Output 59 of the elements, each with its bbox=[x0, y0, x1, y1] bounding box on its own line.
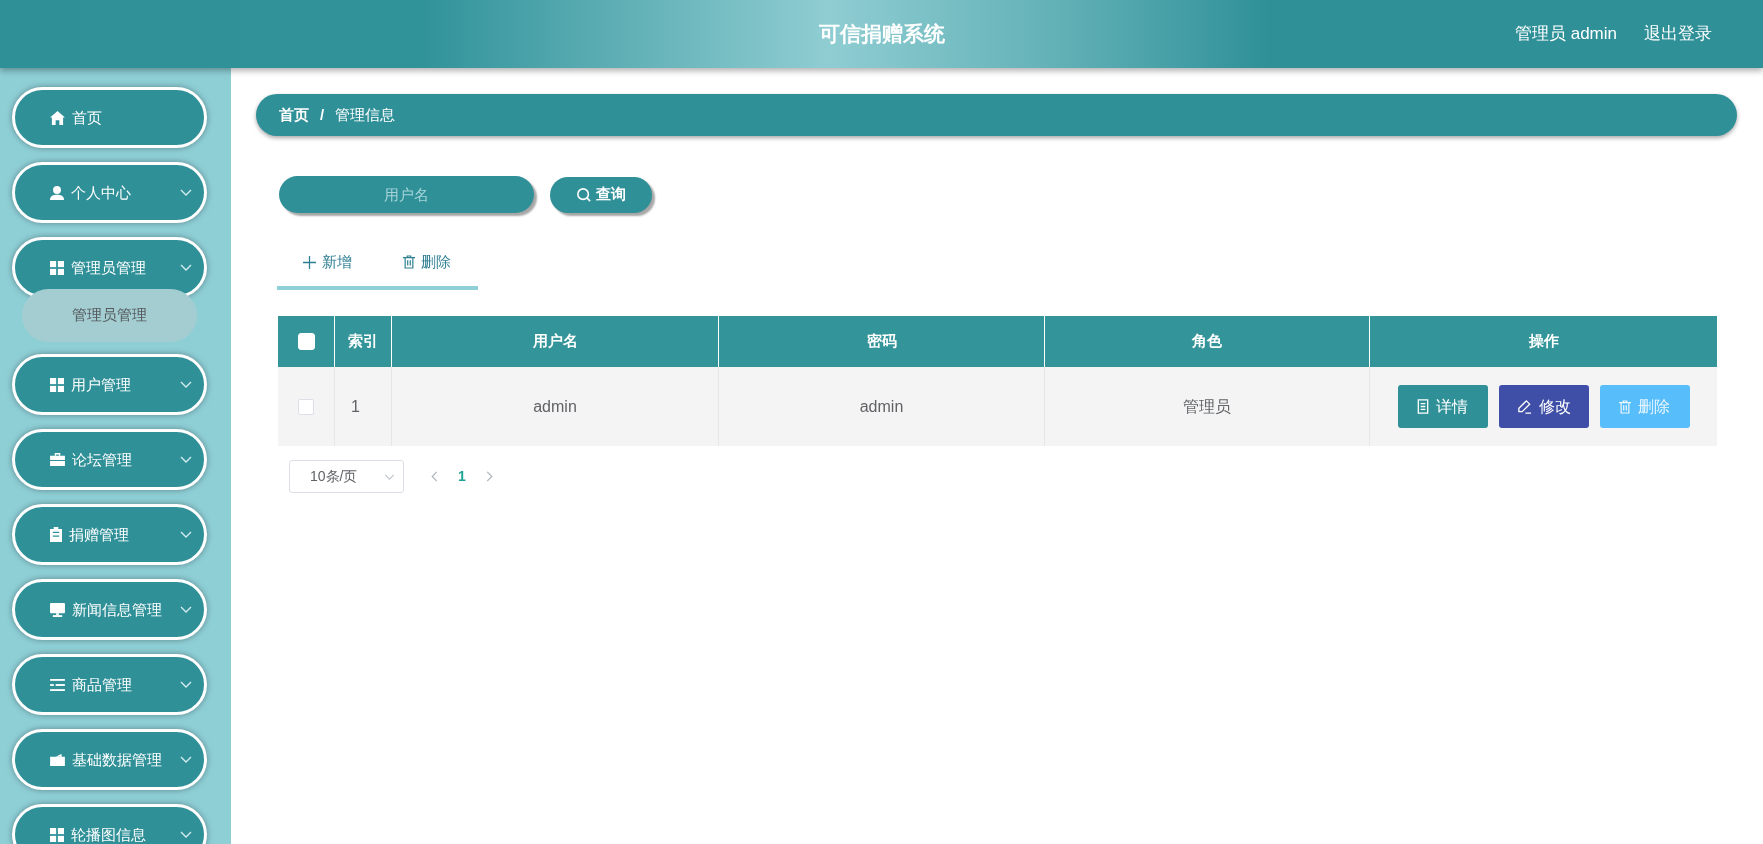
sidebar-item[interactable]: 商品管理 bbox=[12, 654, 207, 715]
app-title: 可信捐赠系统 bbox=[818, 21, 945, 48]
delete-button[interactable]: 删除 bbox=[1599, 385, 1690, 428]
chevron-right-icon[interactable] bbox=[485, 471, 493, 482]
add-button[interactable]: 新增 bbox=[277, 238, 377, 286]
breadcrumb-separator: / bbox=[320, 104, 325, 125]
grid-icon bbox=[50, 260, 64, 275]
sidebar-item[interactable]: 基础数据管理 bbox=[12, 729, 207, 790]
search-field[interactable]: 用户名 bbox=[279, 176, 534, 213]
sidebar-item[interactable]: 个人中心 bbox=[12, 162, 207, 223]
table-cell: 1 bbox=[335, 367, 392, 446]
grid-icon bbox=[50, 377, 64, 392]
sidebar-item[interactable]: 捐赠管理 bbox=[12, 504, 207, 565]
pencil-icon bbox=[1516, 399, 1532, 414]
table-cell: 管理员 bbox=[1045, 367, 1370, 446]
detail-button[interactable]: 详情 bbox=[1397, 385, 1488, 428]
user-icon bbox=[50, 185, 64, 200]
wallet-icon bbox=[50, 753, 65, 766]
logout-link[interactable]: 退出登录 bbox=[1644, 21, 1712, 47]
grid-icon bbox=[50, 827, 64, 842]
chevron-down-icon bbox=[180, 189, 192, 196]
chevron-down-icon bbox=[180, 456, 192, 463]
delete-button[interactable]: 删除 bbox=[377, 238, 477, 286]
chevron-down-icon bbox=[180, 606, 192, 613]
briefcase-icon bbox=[50, 453, 65, 466]
page-size-select[interactable]: 10条/页 bbox=[289, 460, 404, 493]
monitor-icon bbox=[50, 602, 65, 617]
document-icon bbox=[1417, 399, 1429, 414]
trash-icon bbox=[1619, 399, 1631, 414]
chevron-down-icon bbox=[180, 381, 192, 388]
table-header-cell-text: 操作 bbox=[1527, 331, 1560, 352]
search-button[interactable]: 查询 bbox=[550, 176, 652, 213]
sidebar-item[interactable]: 轮播图信息 bbox=[12, 804, 207, 844]
sidebar-item[interactable]: 用户管理 bbox=[12, 354, 207, 415]
submenu-item[interactable]: 管理员管理 bbox=[22, 289, 197, 342]
chevron-down-icon bbox=[180, 681, 192, 688]
chevron-down-icon bbox=[384, 473, 395, 480]
plus-icon bbox=[302, 255, 316, 269]
clipboard-icon bbox=[50, 527, 62, 542]
chevron-down-icon bbox=[180, 531, 192, 538]
list-icon bbox=[50, 678, 65, 691]
page-number[interactable]: 1 bbox=[458, 466, 466, 487]
chevron-down-icon bbox=[180, 264, 192, 271]
home-icon bbox=[50, 110, 65, 125]
table-cell: admin bbox=[719, 367, 1045, 446]
sidebar-item[interactable]: 新闻信息管理 bbox=[12, 579, 207, 640]
edit-button[interactable]: 修改 bbox=[1498, 385, 1589, 428]
table-cell: admin bbox=[392, 367, 719, 446]
search-icon bbox=[576, 187, 591, 202]
breadcrumb-link[interactable]: 管理信息 bbox=[335, 103, 396, 127]
chevron-down-icon bbox=[180, 831, 192, 838]
chevron-left-icon[interactable] bbox=[431, 471, 438, 482]
sidebar-item[interactable]: 论坛管理 bbox=[12, 429, 207, 490]
breadcrumb-link[interactable]: 首页 bbox=[279, 103, 309, 127]
user-name: 管理员 admin bbox=[1514, 23, 1617, 46]
checkbox[interactable] bbox=[298, 398, 314, 415]
chevron-down-icon bbox=[180, 756, 192, 763]
sidebar-item[interactable]: 首页 bbox=[12, 87, 207, 148]
trash-icon bbox=[403, 255, 415, 269]
